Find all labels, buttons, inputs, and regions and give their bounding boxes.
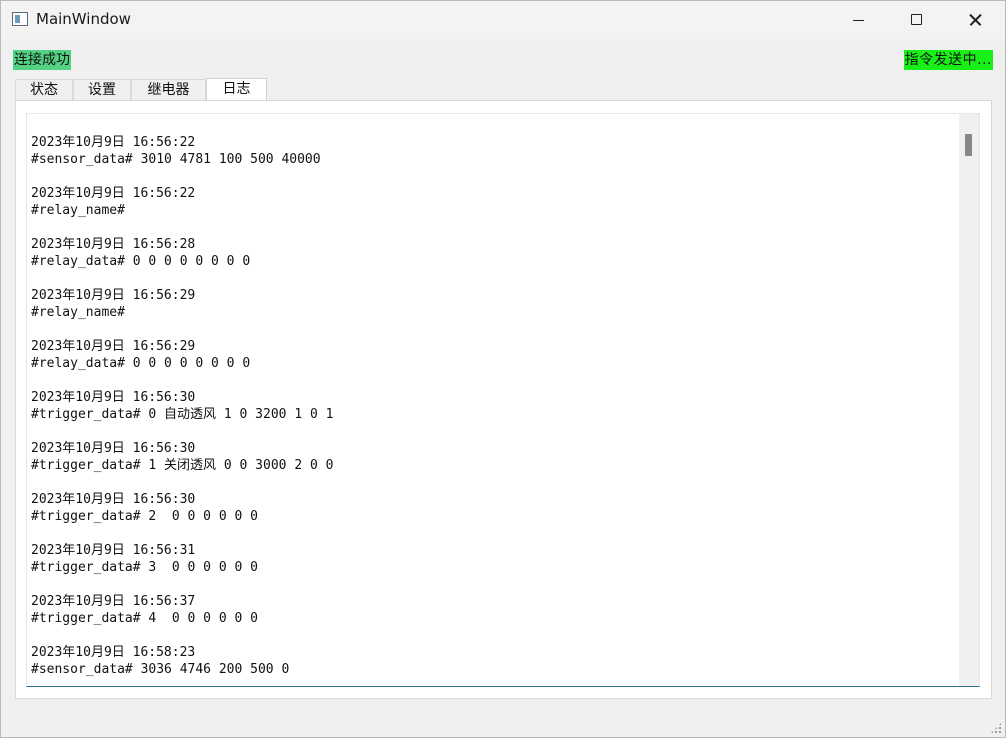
log-message: #trigger_data# 3 0 0 0 0 0 0 — [31, 560, 258, 575]
tab-log[interactable]: 日志 — [206, 78, 267, 101]
log-message: #sensor_data# 3010 4781 100 500 40000 — [31, 152, 321, 167]
vertical-scrollbar[interactable] — [959, 114, 979, 686]
scrollbar-thumb[interactable] — [965, 134, 972, 156]
log-entry: 2023年10月9日 16:56:28 #relay_data# 0 0 0 0… — [31, 236, 956, 287]
tab-status[interactable]: 状态 — [15, 79, 73, 100]
log-timestamp: 2023年10月9日 16:56:37 — [31, 594, 196, 609]
log-message: #relay_data# 0 0 0 0 0 0 0 0 — [31, 254, 251, 269]
log-message: #trigger_data# 4 0 0 0 0 0 0 — [31, 611, 258, 626]
log-entry: 2023年10月9日 16:56:30 #trigger_data# 0 自动透… — [31, 389, 956, 440]
log-entry: 2023年10月9日 16:56:22 #sensor_data# 3010 4… — [31, 134, 956, 185]
maximize-button[interactable] — [887, 1, 945, 39]
log-content: 2023年10月9日 16:56:22 #sensor_data# 3010 4… — [31, 134, 956, 686]
log-message: #sensor_data# 3036 4746 200 500 0 — [31, 662, 290, 677]
resize-grip-icon[interactable] — [990, 722, 1002, 734]
tab-settings[interactable]: 设置 — [73, 79, 131, 100]
command-status-label: 指令发送中... — [903, 50, 993, 70]
main-window: MainWindow 连接成功 指令发送中... 状态 设置 继电器 日志 20… — [0, 0, 1006, 738]
log-timestamp: 2023年10月9日 16:56:29 — [31, 339, 196, 354]
log-message: #trigger_data# 1 关闭透风 0 0 3000 2 0 0 — [31, 458, 334, 473]
log-timestamp: 2023年10月9日 16:56:30 — [31, 390, 196, 405]
log-message: #relay_name# — [31, 305, 125, 320]
log-entry: 2023年10月9日 16:56:22 #relay_name# — [31, 185, 956, 236]
log-message: #trigger_data# 2 0 0 0 0 0 0 — [31, 509, 258, 524]
log-timestamp: 2023年10月9日 16:56:30 — [31, 441, 196, 456]
app-window-icon — [12, 12, 28, 26]
log-entry: 2023年10月9日 16:56:31 #trigger_data# 3 0 0… — [31, 542, 956, 593]
window-title: MainWindow — [36, 10, 131, 28]
log-text-area[interactable]: 2023年10月9日 16:56:22 #sensor_data# 3010 4… — [26, 113, 980, 687]
log-entry: 2023年10月9日 16:58:23 #sensor_data# 3036 4… — [31, 644, 956, 686]
minimize-button[interactable] — [829, 1, 887, 39]
connection-status-label: 连接成功 — [13, 50, 71, 70]
log-timestamp: 2023年10月9日 16:56:31 — [31, 543, 196, 558]
close-button[interactable] — [945, 1, 1003, 39]
log-timestamp: 2023年10月9日 16:56:22 — [31, 186, 196, 201]
title-bar[interactable]: MainWindow — [1, 1, 1005, 39]
log-message: #relay_data# 0 0 0 0 0 0 0 0 — [31, 356, 251, 371]
log-message: #relay_name# — [31, 203, 125, 218]
log-entry: 2023年10月9日 16:56:30 #trigger_data# 1 关闭透… — [31, 440, 956, 491]
log-timestamp: 2023年10月9日 16:56:29 — [31, 288, 196, 303]
log-entry: 2023年10月9日 16:56:37 #trigger_data# 4 0 0… — [31, 593, 956, 644]
log-timestamp: 2023年10月9日 16:56:30 — [31, 492, 196, 507]
log-message: #trigger_data# 0 自动透风 1 0 3200 1 0 1 — [31, 407, 334, 422]
log-entry: 2023年10月9日 16:56:30 #trigger_data# 2 0 0… — [31, 491, 956, 542]
log-timestamp: 2023年10月9日 16:58:23 — [31, 645, 196, 660]
log-entry: 2023年10月9日 16:56:29 #relay_name# — [31, 287, 956, 338]
tab-relay[interactable]: 继电器 — [131, 79, 206, 100]
log-timestamp: 2023年10月9日 16:56:22 — [31, 135, 196, 150]
log-timestamp: 2023年10月9日 16:56:28 — [31, 237, 196, 252]
log-entry: 2023年10月9日 16:56:29 #relay_data# 0 0 0 0… — [31, 338, 956, 389]
